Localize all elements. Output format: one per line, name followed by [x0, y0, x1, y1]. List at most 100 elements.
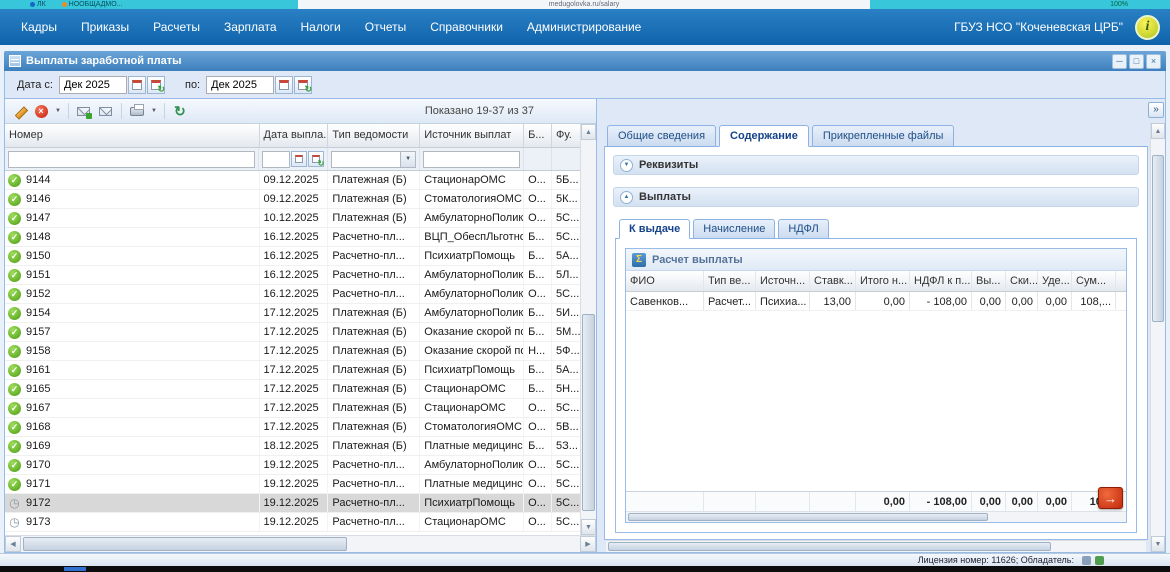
calendar-icon[interactable]	[275, 75, 294, 94]
table-row[interactable]: 9147 10.12.2025 Платежная (Б) Амбулаторн…	[5, 209, 580, 228]
calendar-refresh-icon[interactable]	[308, 151, 325, 168]
table-row[interactable]: 9154 17.12.2025 Платежная (Б) Амбулаторн…	[5, 304, 580, 323]
calc-column-header[interactable]: Ски...	[1006, 271, 1038, 291]
payment-tab[interactable]: НДФЛ	[778, 219, 829, 239]
column-header[interactable]: Тип ведомости	[328, 124, 421, 147]
scroll-right-arrow[interactable]: ▶	[580, 536, 596, 552]
collapse-panel-button[interactable]: »	[1148, 102, 1164, 118]
table-row[interactable]: 9170 19.12.2025 Расчетно-пл... Амбулатор…	[5, 456, 580, 475]
address-bar[interactable]: medugolovka.ru/salary	[298, 0, 870, 9]
table-row[interactable]: 9148 16.12.2025 Расчетно-пл... ВЦП_Обесп…	[5, 228, 580, 247]
payment-tab[interactable]: К выдаче	[619, 219, 691, 239]
calc-column-header[interactable]: Источн...	[756, 271, 810, 291]
menu-item[interactable]: Приказы	[70, 15, 140, 39]
table-row[interactable]: 9157 17.12.2025 Платежная (Б) Оказание с…	[5, 323, 580, 342]
close-button[interactable]: ×	[1146, 53, 1161, 69]
calc-column-header[interactable]: Тип ве...	[704, 271, 756, 291]
menu-item[interactable]: Справочники	[419, 15, 514, 39]
calc-column-header[interactable]: Вы...	[972, 271, 1006, 291]
calc-cell: 108,...	[1072, 292, 1116, 310]
detail-tab[interactable]: Содержание	[719, 125, 809, 147]
calc-column-header[interactable]: Итого н...	[856, 271, 910, 291]
column-header[interactable]: Б...	[524, 124, 553, 147]
filter-source-input[interactable]	[423, 150, 521, 168]
edit-button[interactable]	[9, 101, 29, 121]
calendar-refresh-icon[interactable]	[294, 75, 313, 95]
taskbar-app-icon[interactable]	[64, 567, 86, 571]
scroll-down-arrow[interactable]: ▼	[1151, 536, 1165, 552]
menu-item[interactable]: Расчеты	[142, 15, 211, 39]
menu-item[interactable]: Администрирование	[516, 15, 652, 39]
date-to-input[interactable]	[206, 75, 275, 94]
status-icon[interactable]	[1082, 555, 1091, 565]
table-row[interactable]: 9167 17.12.2025 Платежная (Б) СтационарО…	[5, 399, 580, 418]
delete-menu-caret-icon[interactable]: ▼	[55, 108, 61, 114]
table-row[interactable]: 9146 09.12.2025 Платежная (Б) Стоматолог…	[5, 190, 580, 209]
menu-item[interactable]: Отчеты	[354, 15, 417, 39]
filter-date-input[interactable]	[262, 150, 291, 168]
menu-item[interactable]: Налоги	[290, 15, 352, 39]
calc-column-header[interactable]: НДФЛ к п...	[910, 271, 972, 291]
print-menu-caret-icon[interactable]: ▼	[151, 108, 157, 114]
table-row[interactable]: 9171 19.12.2025 Расчетно-пл... Платные м…	[5, 475, 580, 494]
column-header[interactable]: Дата выпла...	[260, 124, 329, 147]
maximize-button[interactable]: □	[1129, 53, 1144, 69]
scroll-thumb[interactable]	[628, 513, 988, 521]
refresh-button[interactable]: ↻	[170, 101, 190, 121]
column-header[interactable]: Источник выплат	[420, 124, 525, 147]
scroll-thumb[interactable]	[1152, 154, 1164, 322]
detail-tab[interactable]: Общие сведения	[607, 125, 717, 147]
status-icon[interactable]	[1095, 555, 1104, 565]
filter-number-input[interactable]	[8, 150, 256, 168]
table-row[interactable]: 9158 17.12.2025 Платежная (Б) Оказание с…	[5, 342, 580, 361]
date-from-input[interactable]	[58, 75, 127, 94]
calc-column-header[interactable]: Уде...	[1038, 271, 1072, 291]
detail-tab[interactable]: Прикрепленные файлы	[811, 125, 955, 147]
collapse-toggle-icon[interactable]: ▲	[620, 190, 633, 204]
print-button[interactable]	[127, 101, 147, 121]
column-header[interactable]: Номер	[5, 124, 260, 147]
table-row[interactable]: 9151 16.12.2025 Расчетно-пл... Амбулатор…	[5, 266, 580, 285]
table-row[interactable]: 9144 09.12.2025 Платежная (Б) СтационарО…	[5, 171, 580, 190]
table-row[interactable]: 9165 17.12.2025 Платежная (Б) СтационарО…	[5, 380, 580, 399]
scroll-thumb[interactable]	[23, 537, 348, 551]
section-payments[interactable]: ▲ Выплаты	[613, 187, 1139, 207]
browser-tab[interactable]: НООБЩАДМО...	[61, 1, 123, 8]
minimize-button[interactable]: ─	[1112, 53, 1127, 69]
browser-tab[interactable]: ЛК	[30, 1, 46, 8]
payment-tab[interactable]: Начисление	[693, 219, 776, 239]
delete-button[interactable]: ×	[31, 101, 51, 121]
column-header[interactable]: Фу.	[552, 124, 580, 147]
calc-column-header[interactable]: Ставк...	[810, 271, 856, 291]
scroll-thumb[interactable]	[582, 314, 595, 512]
scroll-down-arrow[interactable]: ▼	[581, 519, 596, 535]
menu-item[interactable]: Зарплата	[213, 15, 288, 39]
send-mail-button[interactable]	[74, 101, 94, 121]
table-row[interactable]: 9161 17.12.2025 Платежная (Б) ПсихиатрПо…	[5, 361, 580, 380]
calendar-icon[interactable]	[127, 75, 146, 94]
table-row[interactable]: 9173 19.12.2025 Расчетно-пл... Стационар…	[5, 513, 580, 532]
mail-button[interactable]	[96, 101, 116, 121]
scroll-left-arrow[interactable]: ◀	[5, 536, 21, 552]
chevron-down-icon[interactable]: ▼	[400, 151, 416, 167]
info-icon[interactable]: i	[1135, 14, 1160, 40]
calc-row[interactable]: Савенков... Расчет... Психиа... 13,00 0,00- …	[626, 292, 1126, 311]
collapse-toggle-icon[interactable]: ▼	[620, 158, 633, 172]
scroll-thumb[interactable]	[608, 542, 1051, 551]
table-row[interactable]: 9169 18.12.2025 Платежная (Б) Платные ме…	[5, 437, 580, 456]
calendar-refresh-icon[interactable]	[146, 75, 165, 95]
cell-type: Платежная (Б)	[328, 342, 421, 360]
report-icon[interactable]: →	[1098, 487, 1123, 509]
table-row[interactable]: 9152 16.12.2025 Расчетно-пл... Амбулатор…	[5, 285, 580, 304]
menu-item[interactable]: Кадры	[10, 15, 68, 39]
calendar-icon[interactable]	[291, 151, 308, 167]
scroll-up-arrow[interactable]: ▲	[581, 124, 596, 140]
table-row[interactable]: 9172 19.12.2025 Расчетно-пл... ПсихиатрП…	[5, 494, 580, 513]
filter-type-combo[interactable]: ▼	[331, 150, 417, 168]
calc-column-header[interactable]: Сум...	[1072, 271, 1116, 291]
scroll-up-arrow[interactable]: ▲	[1151, 123, 1165, 139]
calc-column-header[interactable]: ФИО	[626, 271, 704, 291]
section-requisites[interactable]: ▼ Реквизиты	[613, 155, 1139, 175]
table-row[interactable]: 9168 17.12.2025 Платежная (Б) Стоматолог…	[5, 418, 580, 437]
table-row[interactable]: 9150 16.12.2025 Расчетно-пл... ПсихиатрП…	[5, 247, 580, 266]
